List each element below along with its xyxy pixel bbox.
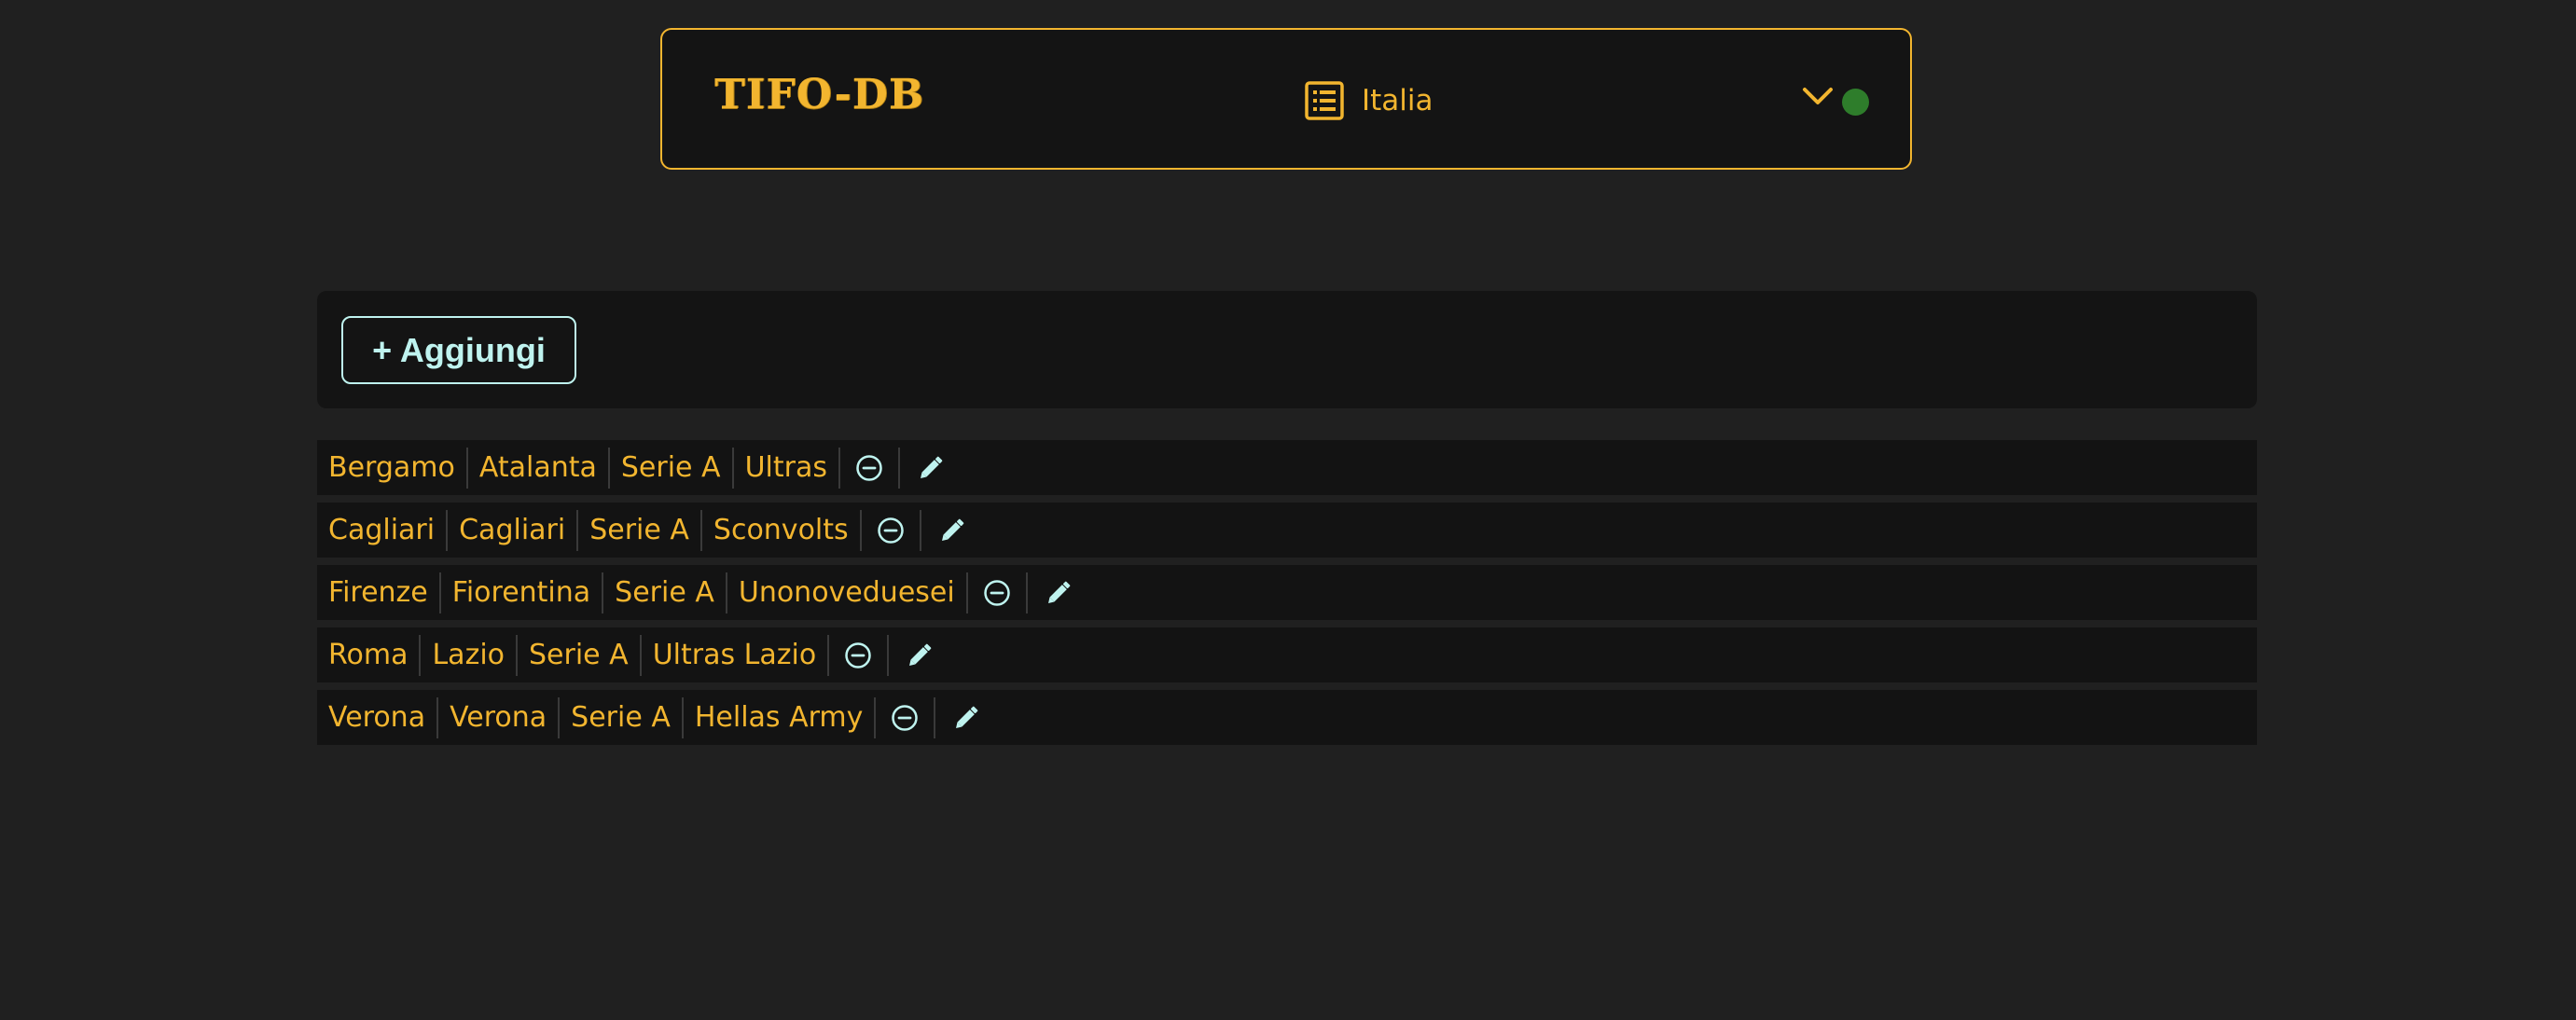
city-cell: Roma [317,634,422,676]
add-button[interactable]: + Aggiungi [341,316,576,384]
status-indicator [1842,89,1869,116]
edit-button[interactable] [921,510,983,551]
group-cell: Ultras Lazio [642,634,830,676]
team-cell: Lazio [421,634,519,676]
header-bar: TIFO-DB Italia [660,28,1912,170]
team-cell: Cagliari [448,509,579,551]
remove-button[interactable] [862,509,921,551]
minus-circle-icon [877,517,904,544]
city-cell: Cagliari [317,509,449,551]
team-cell: Atalanta [468,447,610,489]
team-cell: Fiorentina [441,572,604,613]
edit-button[interactable] [889,635,950,676]
league-cell: Serie A [560,696,684,738]
group-cell: Unonoveduesei [727,572,968,613]
list-item: Roma Lazio Serie A Ultras Lazio [317,627,2257,682]
group-cell: Ultras [734,447,840,489]
edit-button[interactable] [900,448,962,489]
minus-circle-icon [983,579,1010,606]
list-item: Cagliari Cagliari Serie A Sconvolts [317,503,2257,558]
chevron-down-icon[interactable] [1802,86,1834,108]
pencil-icon [909,643,932,666]
results-list: Bergamo Atalanta Serie A Ultras Cagliari… [317,440,2257,752]
city-cell: Bergamo [317,447,468,489]
list-item: Verona Verona Serie A Hellas Army [317,690,2257,745]
pencil-icon [921,456,943,478]
remove-button[interactable] [840,447,900,489]
minus-circle-icon [892,704,919,731]
remove-button[interactable] [829,634,890,676]
team-cell: Verona [438,696,561,738]
group-cell: Hellas Army [684,696,877,738]
list-item: Firenze Fiorentina Serie A Unonoveduesei [317,565,2257,620]
pencil-icon [956,706,978,728]
group-cell: Sconvolts [702,509,862,551]
app-logo[interactable]: TIFO-DB [714,71,924,118]
country-label: Italia [1362,84,1433,117]
pencil-icon [1047,581,1071,603]
remove-button[interactable] [876,696,936,738]
city-cell: Firenze [317,572,441,613]
pencil-icon [941,518,963,541]
minus-circle-icon [856,454,882,481]
league-cell: Serie A [578,509,702,551]
league-cell: Serie A [610,447,734,489]
city-cell: Verona [317,696,439,738]
country-selector[interactable]: Italia [1304,80,1433,121]
league-cell: Serie A [518,634,642,676]
league-cell: Serie A [603,572,727,613]
list-item: Bergamo Atalanta Serie A Ultras [317,440,2257,495]
list-icon [1304,80,1345,121]
edit-button[interactable] [1028,572,1089,613]
edit-button[interactable] [935,697,997,738]
toolbar: + Aggiungi [317,291,2257,408]
minus-circle-icon [845,641,871,669]
remove-button[interactable] [968,572,1028,613]
